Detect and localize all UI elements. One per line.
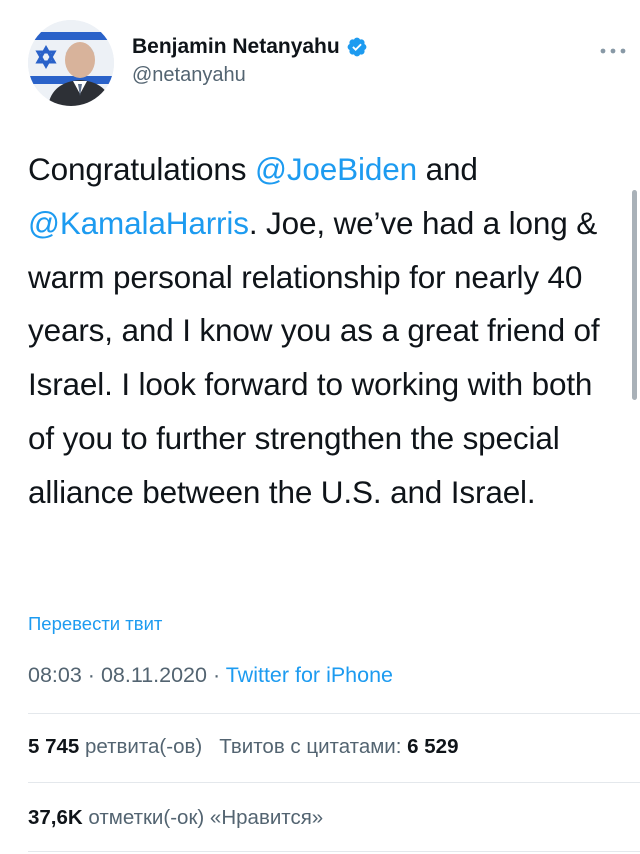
tweet-source-link[interactable]: Twitter for iPhone [226, 663, 393, 687]
author-name-row: Benjamin Netanyahu [132, 32, 368, 62]
more-options-button[interactable] [598, 44, 628, 56]
tweet-time[interactable]: 08:03 [28, 663, 82, 687]
scrollbar[interactable] [632, 190, 637, 400]
author-info[interactable]: Benjamin Netanyahu @netanyahu [132, 32, 368, 87]
tweet-text-part: and [416, 151, 478, 187]
tweet-text-part: Congratulations [28, 151, 255, 187]
tweet-detail-page: Benjamin Netanyahu @netanyahu Congratula… [0, 0, 640, 854]
quotes-label: Твитов с цитатами: [219, 735, 402, 758]
likes-label: отметки(-ок) «Нравится» [88, 806, 324, 829]
retweets-count: 5 745 [28, 735, 80, 758]
tweet-text: Congratulations @JoeBiden and @KamalaHar… [28, 143, 618, 520]
retweet-quote-stats: 5 745 ретвита(-ов) Твитов с цитатами: 6 … [28, 735, 458, 759]
tweet-meta: 08:03 · 08.11.2020 · Twitter for iPhone [28, 663, 393, 688]
tweet-date[interactable]: 08.11.2020 [101, 663, 207, 687]
verified-badge-icon [346, 36, 368, 58]
author-handle[interactable]: @netanyahu [132, 64, 368, 87]
avatar[interactable] [28, 20, 114, 106]
likes-count: 37,6K [28, 806, 83, 829]
divider [28, 851, 640, 852]
avatar-image-icon [28, 20, 114, 106]
more-options-icon [600, 48, 626, 54]
meta-separator: · [87, 663, 95, 687]
author-name[interactable]: Benjamin Netanyahu [132, 35, 340, 59]
retweets-label: ретвита(-ов) [85, 735, 203, 758]
tweet-text-part: . Joe, we’ve had a long & warm personal … [28, 204, 600, 510]
quotes-count: 6 529 [407, 735, 459, 758]
retweets-stat[interactable]: 5 745 ретвита(-ов) [28, 735, 202, 758]
likes-stat[interactable]: 37,6K отметки(-ок) «Нравится» [28, 806, 323, 830]
divider [28, 713, 640, 714]
meta-separator: · [212, 663, 221, 687]
tweet-header: Benjamin Netanyahu @netanyahu [28, 20, 628, 112]
mention-link-joebiden[interactable]: @JoeBiden [255, 151, 417, 187]
divider [28, 782, 640, 783]
mention-link-kamalaharris[interactable]: @KamalaHarris [28, 205, 249, 241]
quotes-stat[interactable]: Твитов с цитатами: 6 529 [219, 735, 458, 758]
translate-tweet-link[interactable]: Перевести твит [28, 613, 162, 635]
